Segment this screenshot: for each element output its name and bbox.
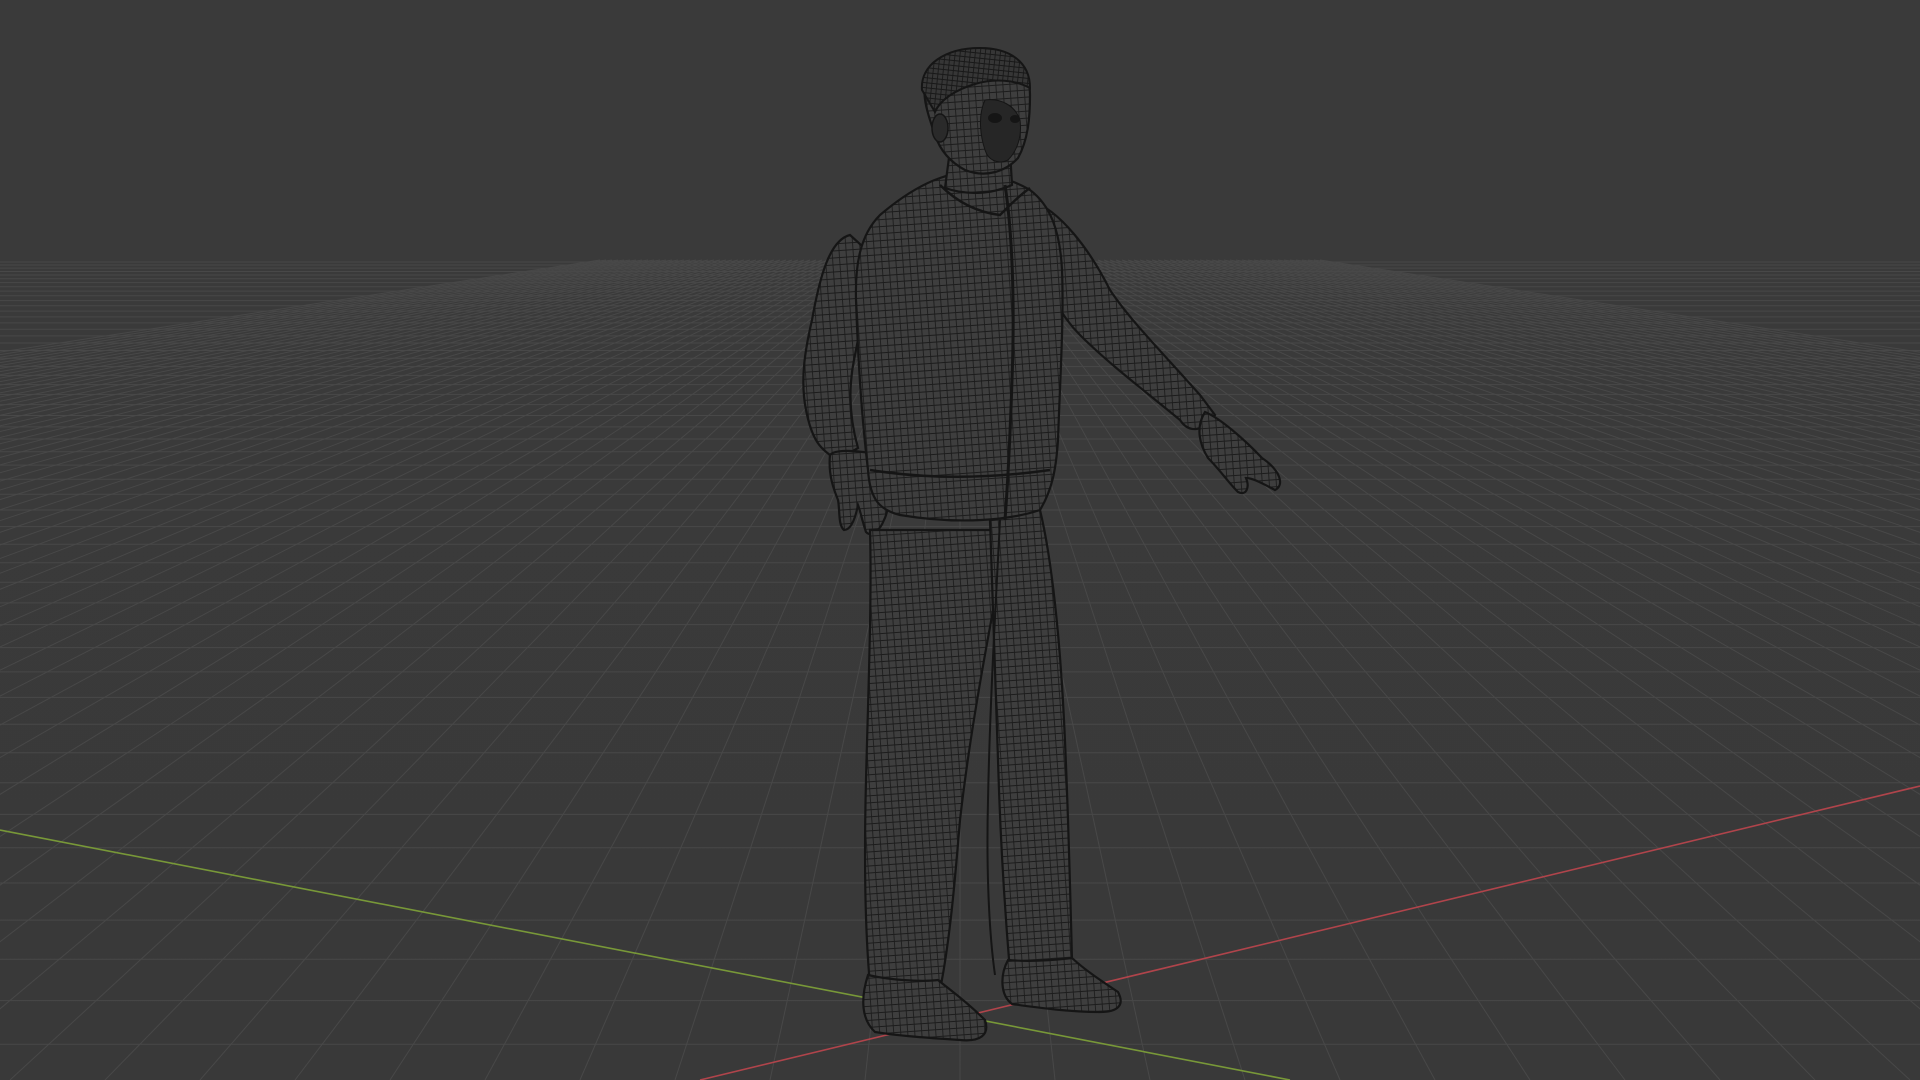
3d-viewport[interactable]: [0, 0, 1920, 1080]
ear-mesh: [931, 113, 949, 143]
eye-socket-right: [1010, 115, 1020, 123]
eye-socket-left: [988, 113, 1002, 123]
torso-mesh: [854, 172, 1064, 522]
